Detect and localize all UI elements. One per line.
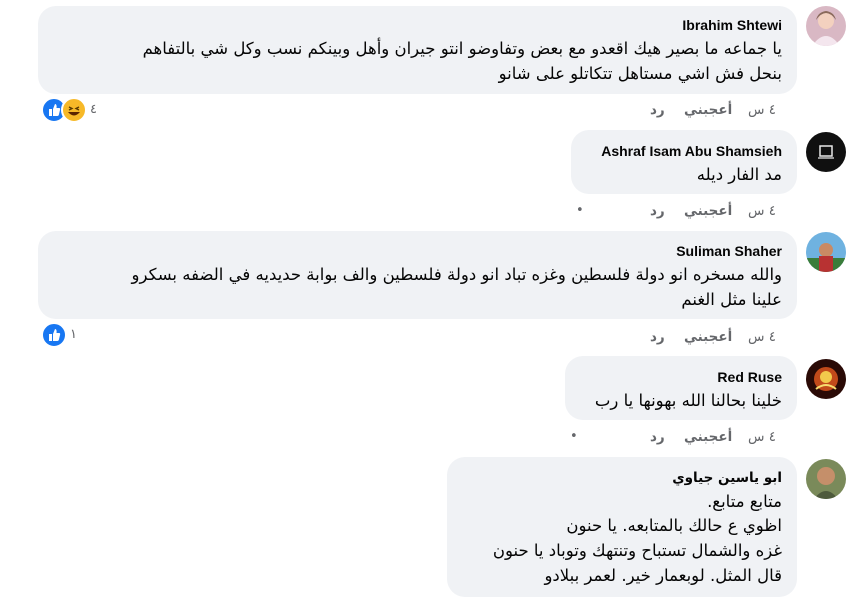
comment-text: اظوي ع حالك بالمتابعه. يا حنون — [566, 516, 782, 535]
reply-button[interactable]: رد — [650, 101, 665, 119]
reaction-count: ٤ — [90, 102, 97, 117]
comment-author[interactable]: Ibrahim Shtewi — [682, 16, 782, 34]
comment-text: والله مسخره انو دولة فلسطين وغزه تباد ان… — [131, 265, 782, 284]
reply-button[interactable]: رد — [650, 328, 665, 346]
comment-timestamp[interactable]: ٤ س — [748, 428, 776, 446]
comment-author[interactable]: Red Ruse — [717, 368, 782, 386]
comment-timestamp[interactable]: ٤ س — [748, 101, 776, 119]
avatar[interactable] — [806, 232, 846, 272]
reply-button[interactable]: رد — [650, 202, 665, 220]
like-button[interactable]: أعجبني — [684, 428, 732, 446]
comment-text: متابع متابع. — [707, 492, 782, 511]
avatar[interactable] — [806, 359, 846, 399]
like-button[interactable]: أعجبني — [684, 202, 732, 220]
comment-text: قال المثل. لوبعمار خير. لعمر ببلادو — [544, 566, 782, 585]
more-options-dot[interactable]: • — [570, 428, 578, 446]
comment-text: خلينا بحالنا الله بهونها يا رب — [594, 391, 782, 410]
comment-author[interactable]: Ashraf Isam Abu Shamsieh — [601, 142, 782, 160]
comment-author[interactable]: Suliman Shaher — [676, 242, 782, 260]
comment-text: علينا مثل الغنم — [681, 290, 782, 309]
comment-text: بنحل فش اشي مستاهل تتكاتلو على شانو — [498, 64, 782, 83]
thumbs-up-icon — [41, 322, 67, 348]
laughing-face-icon — [61, 97, 87, 123]
comment-timestamp[interactable]: ٤ س — [748, 328, 776, 346]
comment-text: مد الفار ديله — [696, 165, 782, 184]
avatar[interactable] — [806, 459, 846, 499]
reaction-summary[interactable]: ٤ — [41, 97, 97, 123]
comment-text: يا جماعه ما بصير هيك اقعدو مع بعض وتفاوض… — [142, 39, 782, 58]
comment-author[interactable]: ابو ياسين جياوي — [672, 469, 782, 487]
like-button[interactable]: أعجبني — [684, 328, 732, 346]
reply-button[interactable]: رد — [650, 428, 665, 446]
reaction-summary[interactable]: ١ — [41, 322, 77, 348]
comment-text: غزه والشمال تستباح وتنتهك وتوباد يا حنون — [492, 541, 782, 560]
avatar[interactable] — [806, 6, 846, 46]
avatar[interactable] — [806, 132, 846, 172]
reaction-count: ١ — [70, 327, 77, 342]
comment-timestamp[interactable]: ٤ س — [748, 202, 776, 220]
more-options-dot[interactable]: • — [576, 202, 584, 220]
like-button[interactable]: أعجبني — [684, 101, 732, 119]
